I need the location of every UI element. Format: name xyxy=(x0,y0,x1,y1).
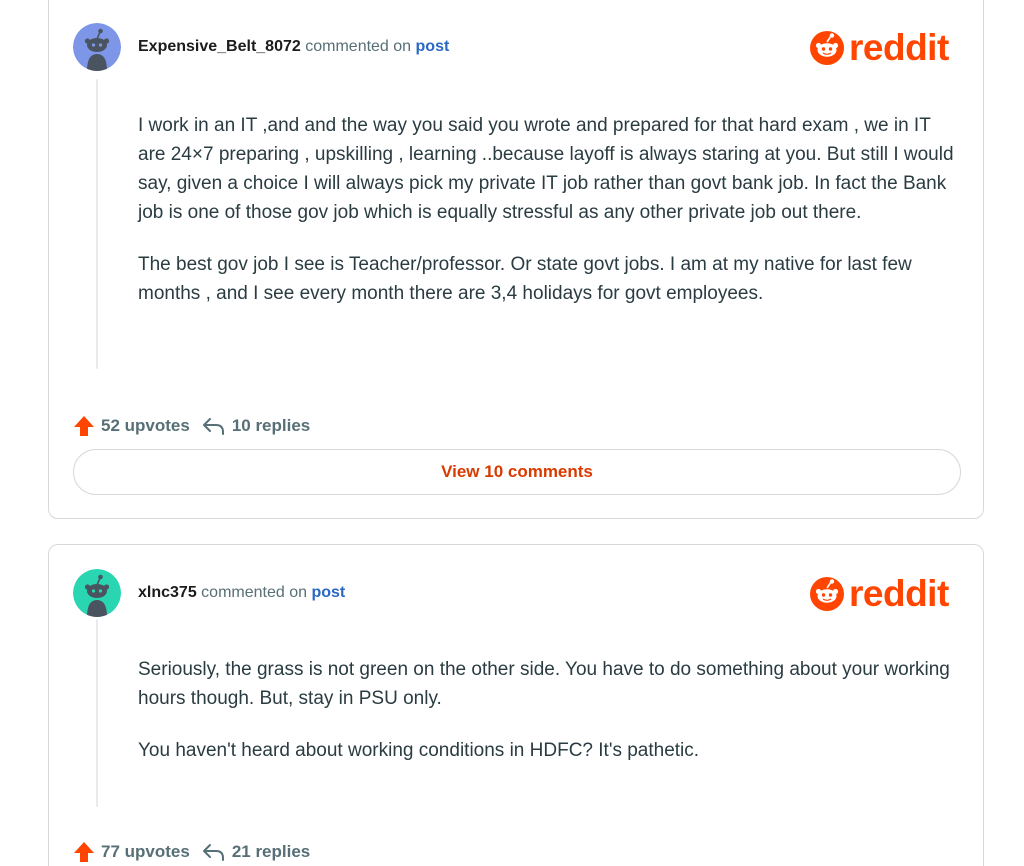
post-link[interactable]: post xyxy=(416,38,450,55)
reddit-logo[interactable]: reddit xyxy=(809,29,949,67)
upvote-button[interactable]: 77 upvotes xyxy=(73,841,190,863)
reply-arrow-icon xyxy=(202,844,224,861)
comment-action-text: commented on xyxy=(305,38,412,55)
user-avatar[interactable] xyxy=(73,23,121,71)
thread-line xyxy=(96,619,98,807)
comment-actions: 52 upvotes 10 replies xyxy=(73,415,310,437)
comment-paragraph: The best gov job I see is Teacher/profes… xyxy=(138,254,912,304)
comment-body: Seriously, the grass is not green on the… xyxy=(138,655,958,788)
reddit-snoo-logo-icon xyxy=(810,577,844,611)
reply-arrow-icon xyxy=(202,418,224,435)
upvote-count: 52 upvotes xyxy=(101,416,190,435)
reply-count: 21 replies xyxy=(231,842,311,861)
username-link[interactable]: xlnc375 xyxy=(138,584,197,601)
upvote-arrow-icon xyxy=(74,842,94,862)
post-link[interactable]: post xyxy=(311,584,345,601)
reply-count: 10 replies xyxy=(231,416,311,435)
comment-paragraph: You haven't heard about working conditio… xyxy=(138,740,700,761)
upvote-button[interactable]: 52 upvotes xyxy=(73,415,190,437)
upvote-arrow-icon xyxy=(74,416,94,436)
comment-paragraph: I work in an IT ,and and the way you sai… xyxy=(138,115,954,223)
snoo-avatar-icon xyxy=(73,569,121,617)
thread-line xyxy=(96,79,98,369)
comment-actions: 77 upvotes 21 replies xyxy=(73,841,310,863)
view-comments-button[interactable]: View 10 comments xyxy=(73,449,961,495)
comment-paragraph: Seriously, the grass is not green on the… xyxy=(138,659,950,709)
comment-feed: Expensive_Belt_8072 commented on post re… xyxy=(0,0,1024,866)
comment-action-text: commented on xyxy=(201,584,308,601)
upvote-count: 77 upvotes xyxy=(101,842,190,861)
reddit-wordmark: reddit xyxy=(849,27,949,68)
comment-body: I work in an IT ,and and the way you sai… xyxy=(138,111,958,331)
reddit-logo[interactable]: reddit xyxy=(809,575,949,613)
reddit-snoo-logo-icon xyxy=(810,31,844,65)
user-avatar[interactable] xyxy=(73,569,121,617)
snoo-avatar-icon xyxy=(73,23,121,71)
username-link[interactable]: Expensive_Belt_8072 xyxy=(138,38,301,55)
comment-header: Expensive_Belt_8072 commented on post xyxy=(138,38,449,56)
comment-card: Expensive_Belt_8072 commented on post re… xyxy=(48,0,984,519)
reddit-wordmark: reddit xyxy=(849,573,949,614)
replies-button[interactable]: 10 replies xyxy=(202,416,310,436)
replies-button[interactable]: 21 replies xyxy=(202,842,310,862)
comment-header: xlnc375 commented on post xyxy=(138,584,345,602)
comment-card: xlnc375 commented on post reddit Serious… xyxy=(48,544,984,866)
